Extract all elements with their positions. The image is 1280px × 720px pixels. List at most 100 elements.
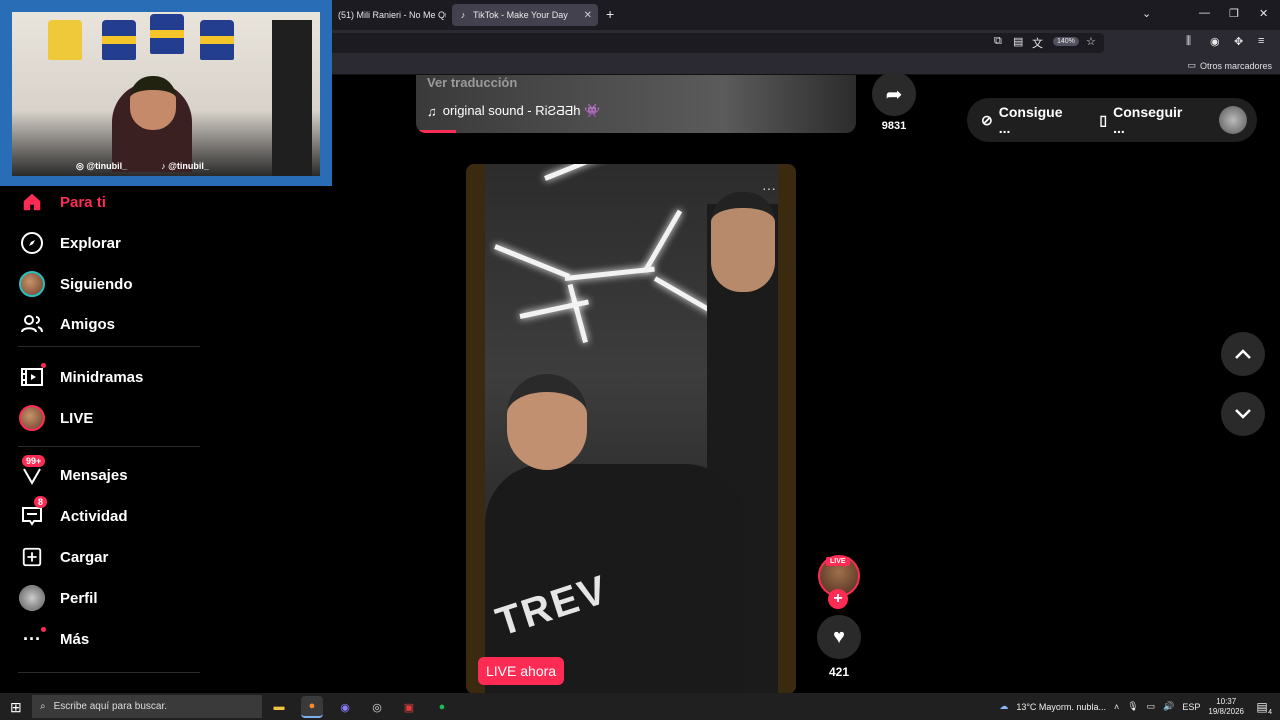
scroll-down-button[interactable] [1221,392,1265,436]
compass-icon [18,229,46,257]
sound-link[interactable]: ♫ original sound - RiƧƋƋh 👾 [427,103,600,119]
new-tab-button[interactable]: + [606,6,614,22]
taskbar-search[interactable]: ⌕ Escribe aquí para buscar. [32,695,262,718]
friends-icon [18,310,46,338]
sidebar-item-label: Para ti [60,193,106,211]
sidebar-item-amigos[interactable]: Amigos [18,310,115,338]
like-button[interactable]: ♥ [817,615,861,659]
music-note-icon: ♫ [427,103,437,119]
previous-video-card[interactable]: Ver traducción ♫ original sound - RiƧƋƋh… [416,75,856,133]
sidebar-item-minidramas[interactable]: Minidramas [18,363,143,391]
like-count: 421 [828,665,850,679]
windows-start-icon[interactable]: ⊞ [10,699,22,716]
heart-icon: ♥ [833,625,845,648]
language-indicator[interactable]: ESP [1182,702,1200,712]
spotify-icon[interactable]: ● [431,696,453,718]
sidebar-item-live[interactable]: LIVE [18,404,93,432]
phone-icon: ▯ [1099,111,1108,128]
social-handles: ◎ @tinubil_ ♪ @tinubil_ [76,161,209,172]
sidebar-item-label: Minidramas [60,368,144,386]
video-more-icon[interactable]: ··· [762,180,776,196]
sidebar-item-label: Mensajes [60,466,128,484]
sidebar-item-label: Explorar [60,234,121,252]
tab-youtube[interactable]: (51) Mili Ranieri - No Me Quie ✕ [332,4,446,26]
tiktok-icon: ♪ [460,10,466,20]
sidebar-item-label: Actividad [60,507,128,525]
account-icon[interactable]: ◉ [1210,35,1220,48]
library-icon[interactable]: ⫼ [1186,35,1191,48]
file-explorer-icon[interactable]: ▬ [268,696,290,718]
sidebar-item-actividad[interactable]: 8 Actividad [18,496,128,530]
message-badge: 99+ [22,455,46,467]
discord-icon[interactable]: ◉ [334,696,356,718]
live-now-badge[interactable]: LIVE ahora [478,657,565,685]
other-bookmarks[interactable]: ▭ Otros marcadores [1187,60,1272,71]
jersey [200,20,234,60]
clock[interactable]: 10:37 19/8/2026 [1208,697,1244,717]
weather-label[interactable]: 13°C Mayorm. nubla... [1016,702,1106,712]
video-progress-bar[interactable] [416,130,456,133]
streamer-head [130,76,176,130]
menu-icon[interactable]: ≡ [1258,35,1264,47]
app-icon[interactable]: ▣ [398,696,420,718]
profile-avatar[interactable] [1219,106,1247,134]
sidebar-item-mensajes[interactable]: 99+ Mensajes [18,455,128,489]
activity-badge: 8 [34,496,48,508]
obs-icon[interactable]: ◎ [366,696,388,718]
home-icon [18,188,46,216]
instagram-icon: ◎ [76,161,87,171]
bookmark-star-icon[interactable]: ☆ [1086,35,1096,48]
sidebar-item-label: Siguiendo [60,275,133,293]
reader-icon[interactable]: ▤ [1013,35,1023,48]
get-app-label: Conseguir ... [1113,104,1183,136]
network-icon[interactable]: ▭ [1147,701,1156,712]
get-coins-label: Consigue ... [998,104,1063,136]
microphone-icon[interactable]: 🎙 [1127,701,1138,712]
notification-dot [41,363,46,368]
url-bar[interactable] [330,33,1104,53]
tab-close-icon[interactable]: ✕ [584,10,592,21]
jersey [150,14,184,54]
notification-center-icon[interactable]: ▤ 4 [1252,700,1272,716]
sidebar-item-para-ti[interactable]: Para ti [18,188,106,216]
live-tag: LIVE [826,557,850,566]
close-window-button[interactable]: ✕ [1259,7,1268,20]
avatar [19,271,45,297]
main-video[interactable]: TREV [466,164,796,694]
notification-count: 4 [1268,708,1272,716]
get-app-button[interactable]: ▯ Conseguir ... [1099,104,1197,136]
sidebar: Para ti Explorar Siguiendo Amigos Minidr… [0,186,210,692]
sidebar-item-cargar[interactable]: Cargar [18,543,108,571]
sidebar-item-explorar[interactable]: Explorar [18,229,121,257]
sidebar-item-label: Más [60,630,90,648]
scroll-up-button[interactable] [1221,332,1265,376]
share-count: 9831 [881,120,907,132]
zoom-level[interactable]: 140% [1053,37,1079,46]
volume-icon[interactable]: 🔊 [1163,701,1174,712]
sidebar-item-label: LIVE [60,409,94,427]
picture-in-picture-icon[interactable]: ⧉ [994,35,1002,48]
get-coins-button[interactable]: ⊘ Consigue ... [981,104,1077,136]
sidebar-item-siguiendo[interactable]: Siguiendo [18,270,133,298]
chevron-down-icon [1234,404,1252,425]
tab-list-icon[interactable]: ⌄ [1142,7,1151,20]
translate-icon[interactable]: 文 [1032,35,1043,51]
firefox-icon[interactable]: ● [301,696,323,718]
tab-tiktok[interactable]: ♪ TikTok - Make Your Day ✕ [452,4,598,26]
see-translation-link[interactable]: Ver traducción [427,75,517,90]
door [272,20,312,176]
chevron-up-icon[interactable]: ˄ [1114,702,1119,712]
jersey [48,20,82,60]
extensions-icon[interactable]: ✥ [1234,35,1243,48]
clock-date: 19/8/2026 [1208,706,1244,716]
restore-button[interactable]: ❐ [1229,7,1239,20]
share-button[interactable]: ➦ [872,72,916,116]
sidebar-item-mas[interactable]: ··· Más [18,625,89,653]
sidebar-item-perfil[interactable]: Perfil [18,584,98,612]
minimize-button[interactable]: — [1199,7,1210,19]
follow-button[interactable]: + [828,589,848,609]
other-bookmarks-label: Otros marcadores [1199,60,1272,71]
instagram-handle: @tinubil_ [86,161,128,171]
folder-icon: ▭ [1187,60,1196,70]
taskbar-search-placeholder: Escribe aquí para buscar. [53,701,168,712]
